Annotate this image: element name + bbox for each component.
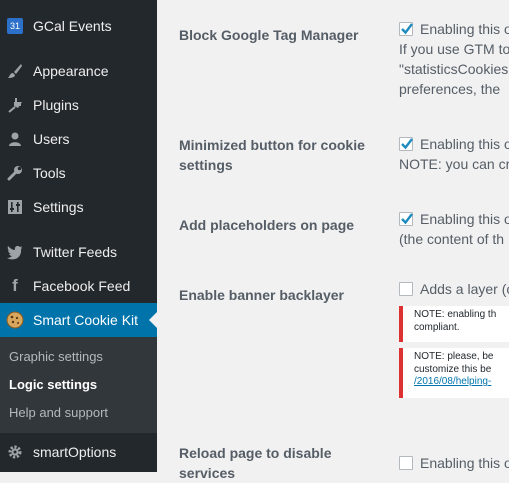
menu-item-label: Twitter Feeds (33, 244, 118, 260)
sliders-icon (6, 198, 24, 216)
note-help-link[interactable]: /2016/08/helping- (414, 376, 509, 389)
menu-item-label: Facebook Feed (33, 278, 131, 294)
menu-item-label: Smart Cookie Kit (33, 312, 139, 328)
checkmark-icon (401, 213, 413, 225)
checkbox-reload-page[interactable] (399, 456, 413, 470)
block-gtm-description: Enabling this o (420, 21, 509, 37)
calendar-icon-number: 31 (7, 18, 23, 34)
plug-icon (6, 96, 24, 114)
block-gtm-description: preferences, the (399, 81, 501, 97)
label-line: services (179, 465, 236, 481)
label-add-placeholders: Add placeholders on page (179, 217, 355, 233)
label-line: settings (179, 157, 233, 173)
label-enable-banner-backlayer: Enable banner backlayer (179, 287, 344, 303)
checkmark-icon (401, 23, 413, 35)
label-minimized-button: Minimized button for cookie settings (179, 135, 379, 175)
menu-item-smartoptions[interactable]: smartOptions (0, 435, 157, 469)
menu-item-label: Plugins (33, 97, 79, 113)
checkmark-icon (401, 138, 413, 150)
label-block-google-tag-manager: Block Google Tag Manager (179, 27, 359, 43)
backlayer-description: Adds a layer (c (420, 281, 509, 297)
menu-item-label: Users (33, 131, 70, 147)
user-icon (6, 130, 24, 148)
twitter-icon (6, 243, 24, 261)
note-text: NOTE: please, be (414, 351, 494, 362)
submenu-item-help-and-support[interactable]: Help and support (9, 405, 108, 420)
menu-item-plugins[interactable]: Plugins (0, 88, 157, 122)
submenu-item-logic-settings[interactable]: Logic settings (9, 377, 97, 392)
admin-sidebar: 31 GCal Events Appearance Plugins Users … (0, 0, 157, 472)
placeholders-description: Enabling this o (420, 211, 509, 227)
menu-item-gcal-events[interactable]: 31 GCal Events (0, 9, 157, 43)
calendar-icon: 31 (6, 17, 24, 35)
menu-item-smart-cookie-kit[interactable]: Smart Cookie Kit (0, 303, 157, 337)
label-line: Minimized button for cookie (179, 137, 365, 153)
checkbox-add-placeholders[interactable] (399, 212, 413, 226)
minimized-button-description: NOTE: you can cr (399, 156, 509, 172)
gear-icon (6, 443, 24, 461)
submenu-item-graphic-settings[interactable]: Graphic settings (9, 349, 103, 364)
menu-item-label: Settings (33, 199, 84, 215)
block-gtm-description: If you use GTM to (399, 41, 509, 57)
minimized-button-description: Enabling this o (420, 136, 509, 152)
menu-item-facebook-feed[interactable]: f Facebook Feed (0, 269, 157, 303)
backlayer-note-warning: NOTE: enabling th compliant. (399, 306, 509, 342)
menu-item-twitter-feeds[interactable]: Twitter Feeds (0, 235, 157, 269)
label-reload-page: Reload page to disable services (179, 443, 379, 483)
reload-page-description: Enabling this o (420, 455, 509, 471)
paintbrush-icon (6, 62, 24, 80)
menu-item-label: Appearance (33, 63, 109, 79)
menu-item-label: Tools (33, 165, 66, 181)
checkbox-block-gtm[interactable] (399, 22, 413, 36)
checkbox-banner-backlayer[interactable] (399, 282, 413, 296)
note-text: customize this be (414, 363, 492, 375)
menu-item-tools[interactable]: Tools (0, 156, 157, 190)
menu-item-label: GCal Events (33, 18, 112, 34)
cookie-icon (6, 311, 24, 329)
menu-item-appearance[interactable]: Appearance (0, 54, 157, 88)
note-text: compliant. (414, 321, 460, 333)
placeholders-description: (the content of th (399, 231, 505, 247)
facebook-icon: f (12, 276, 18, 295)
menu-item-label: smartOptions (33, 444, 117, 460)
note-text: NOTE: enabling th (414, 309, 497, 320)
submenu-smart-cookie-kit: Graphic settings Logic settings Help and… (0, 337, 157, 433)
backlayer-note-info: NOTE: please, be customize this be /2016… (399, 348, 509, 398)
checkbox-minimized-button[interactable] (399, 137, 413, 151)
wrench-icon (6, 164, 24, 182)
label-line: Reload page to disable (179, 445, 332, 461)
block-gtm-description: "statisticsCookies (399, 61, 509, 77)
menu-item-users[interactable]: Users (0, 122, 157, 156)
menu-item-settings[interactable]: Settings (0, 190, 157, 224)
